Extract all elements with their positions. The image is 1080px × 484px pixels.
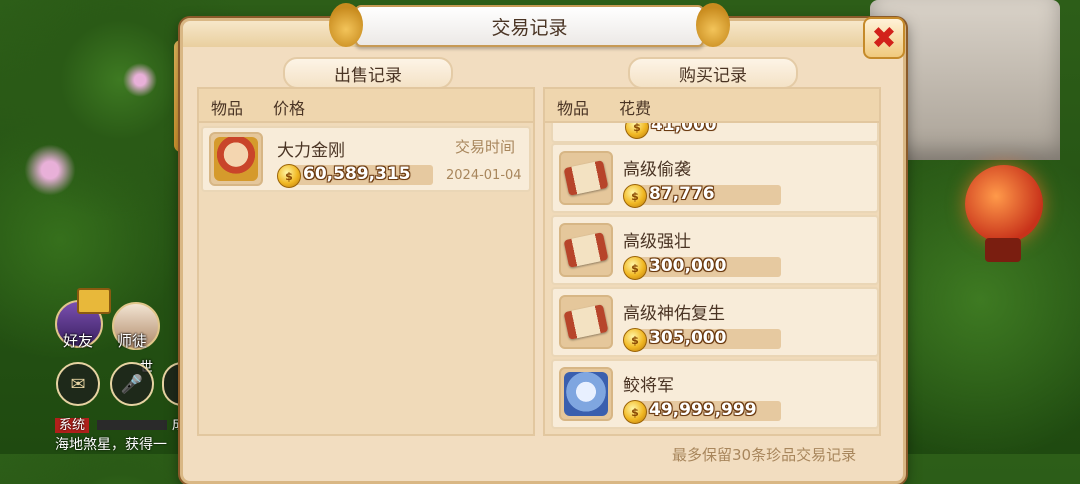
background-flowers <box>20 140 80 200</box>
buy-row[interactable]: 高级偷袭 $ 87,776 <box>551 143 879 213</box>
chat-bubble-icon[interactable]: ✉ <box>56 362 100 406</box>
chat-line-2: 海地煞星，获得一 <box>55 437 167 453</box>
buy-row[interactable]: 高级强壮 $ 300,000 <box>551 215 879 285</box>
buy-price: 300,000 <box>649 256 727 276</box>
buy-section-title-text: 购买记录 <box>679 65 747 86</box>
sell-section-title: 出售记录 <box>283 57 453 89</box>
chat-redacted-name <box>97 420 168 430</box>
close-x-icon: ✖ <box>871 20 897 56</box>
microphone-icon[interactable]: 🎤 <box>110 362 154 406</box>
buy-row[interactable]: 高级神佑复生 $ 305,000 <box>551 287 879 357</box>
skill-scroll-icon <box>559 295 613 349</box>
buy-item-name: 高级神佑复生 <box>623 304 725 324</box>
sell-time-label: 交易时间 <box>455 138 516 156</box>
sell-panel: 物品 价格 大力金刚 $ 60,589,315 交易时间 2024-01-04 <box>197 87 535 436</box>
buy-item-name: 高级强壮 <box>623 232 691 252</box>
sell-section-title-text: 出售记录 <box>334 65 402 86</box>
buy-price: 87,776 <box>649 184 715 204</box>
buy-footer-note: 最多保留30条珍品交易记录 <box>672 446 857 464</box>
mail-icon <box>77 288 111 314</box>
buy-item-name: 鲛将军 <box>623 376 674 396</box>
buy-price: 305,000 <box>649 328 727 348</box>
buy-price: 49,999,999 <box>649 400 757 420</box>
chat-line-system: 系统 成功 <box>55 414 200 434</box>
background-flowers <box>120 60 160 100</box>
dialog-title-text: 交易记录 <box>491 16 568 39</box>
sell-item-name: 大力金刚 <box>277 141 345 161</box>
chat-system-tag: 系统 <box>55 418 90 433</box>
buy-item-name: 高级偷袭 <box>623 160 691 180</box>
sell-date: 2024-01-04 <box>446 168 522 183</box>
background-lantern-base <box>985 238 1021 262</box>
gold-coin-icon: $ <box>623 256 647 280</box>
buy-section-title: 购买记录 <box>628 57 798 89</box>
buy-panel-header: 物品 花费 <box>545 89 879 123</box>
sell-col-price: 价格 <box>273 99 306 118</box>
shark-general-portrait-icon <box>559 367 613 421</box>
buy-col-cost: 花费 <box>619 99 652 118</box>
dialog-title: 交易记录 <box>329 3 730 47</box>
buy-row[interactable]: 鲛将军 $ 49,999,999 <box>551 359 879 429</box>
gold-coin-icon: $ <box>623 184 647 208</box>
sell-panel-header: 物品 价格 <box>199 89 533 123</box>
sell-row[interactable]: 大力金刚 $ 60,589,315 交易时间 2024-01-04 <box>201 126 531 192</box>
close-button[interactable]: ✖ <box>863 17 905 59</box>
gold-coin-icon: $ <box>623 328 647 352</box>
skill-scroll-icon <box>559 223 613 277</box>
sell-price: 60,589,315 <box>303 164 411 184</box>
skill-scroll-icon <box>559 151 613 205</box>
gold-coin-icon: $ <box>623 400 647 424</box>
buy-panel: 物品 花费 $ 41,000 高级偷袭 $ 87,776 高级强壮 $ 300,… <box>543 87 881 436</box>
background-lantern <box>965 165 1043 243</box>
sell-col-item: 物品 <box>211 99 244 118</box>
buy-col-item: 物品 <box>557 99 590 118</box>
master-label: 师徒 <box>117 332 148 350</box>
hero-portrait-icon <box>209 132 263 186</box>
gold-coin-icon: $ <box>277 164 301 188</box>
friends-label: 好友 <box>63 332 94 350</box>
